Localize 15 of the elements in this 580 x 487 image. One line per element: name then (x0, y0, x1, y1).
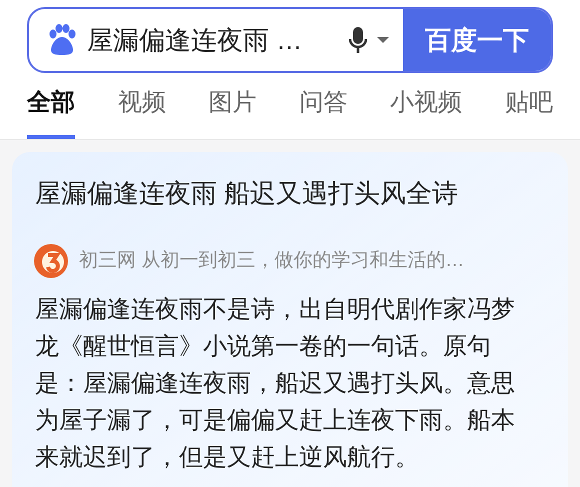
result-title[interactable]: 屋漏偏逢连夜雨 船迟又遇打头风全诗 (35, 174, 545, 213)
tab[interactable]: 问答 (299, 85, 348, 139)
tab[interactable]: 小视频 (390, 85, 462, 139)
tab[interactable]: 视频 (118, 85, 166, 139)
source-text[interactable]: 初三网 从初一到初三，做你的学习和生活的… (79, 246, 464, 276)
microphone-icon[interactable] (349, 26, 367, 54)
tab[interactable]: 贴吧 (504, 85, 553, 139)
tab[interactable]: 图片 (208, 85, 257, 139)
caret-icon[interactable] (377, 37, 389, 43)
site-logo-icon (33, 243, 69, 279)
search-field[interactable]: 屋漏偏逢连夜雨 … 百度一下 (27, 7, 553, 73)
search-query[interactable]: 屋漏偏逢连夜雨 … (87, 20, 339, 60)
search-button[interactable]: 百度一下 (403, 9, 551, 71)
result-summary: 屋漏偏逢连夜雨不是诗，出自明代剧作家冯梦龙《醒世恒言》小说第一卷的一句话。原句是：屋漏偏逢连夜雨，船迟又遇打头风。意思为屋子漏了，可是偏偏又赶上连夜下雨。船本来就迟到了，但是又赶上逆风航行。 (35, 295, 516, 473)
paw-icon (47, 24, 77, 56)
